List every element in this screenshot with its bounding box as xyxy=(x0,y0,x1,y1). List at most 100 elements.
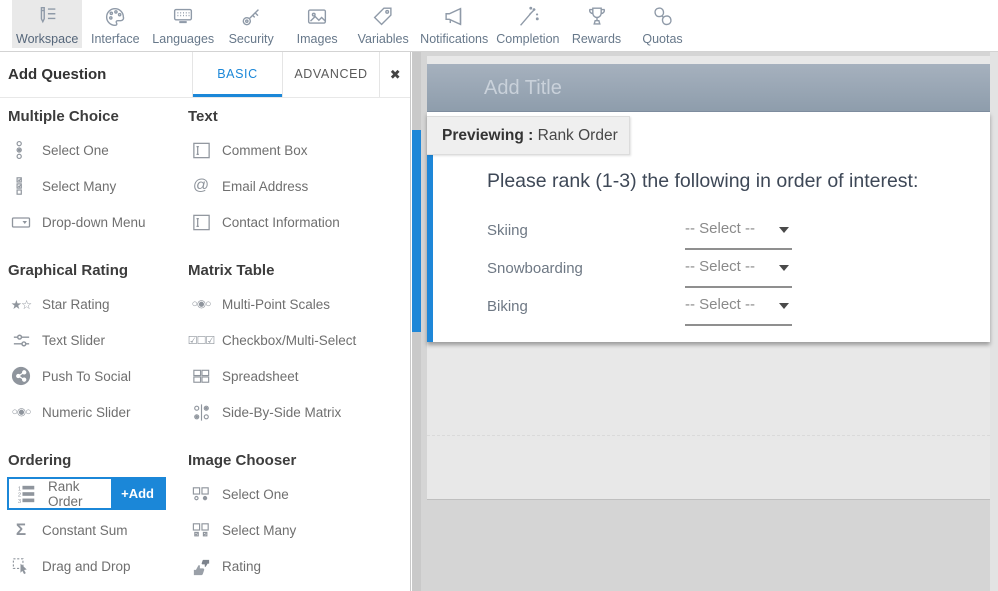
item-dropdown-menu[interactable]: Drop-down Menu xyxy=(8,204,188,240)
toolbar-item-label: Languages xyxy=(152,32,214,46)
item-multi-point-scales[interactable]: ○◉○ Multi-Point Scales xyxy=(188,286,410,322)
rewards-icon xyxy=(583,3,611,31)
item-constant-sum[interactable]: Σ Constant Sum xyxy=(8,512,188,548)
item-label: Contact Information xyxy=(222,215,340,230)
toolbar-item-completion[interactable]: Completion xyxy=(492,0,563,48)
item-label: Text Slider xyxy=(42,333,105,348)
variables-icon xyxy=(369,3,397,31)
panel-scrollbar-thumb[interactable] xyxy=(412,130,421,332)
toolbar-item-notifications[interactable]: Notifications xyxy=(416,0,492,48)
add-title-bar[interactable]: Add Title xyxy=(427,64,990,112)
image-radio-icon xyxy=(188,484,214,505)
close-icon[interactable]: ✖ xyxy=(379,52,411,97)
image-check-icon xyxy=(188,520,214,541)
item-push-to-social[interactable]: Push To Social xyxy=(8,358,188,394)
item-select-one[interactable]: Select One xyxy=(8,132,188,168)
dots-icon: ○◉○ xyxy=(188,298,214,310)
toolbar-item-label: Interface xyxy=(91,32,140,46)
rank-list-icon: 123 xyxy=(14,484,40,504)
dots-icon: ○◉○ xyxy=(8,406,34,418)
slider-icon xyxy=(8,330,34,351)
item-label: Select Many xyxy=(42,179,116,194)
panel-scrollbar[interactable] xyxy=(412,52,421,591)
item-label: Select Many xyxy=(222,523,296,538)
rank-row-label: Snowboarding xyxy=(487,260,583,277)
window-scrollbar[interactable] xyxy=(990,52,998,591)
item-image-select-many[interactable]: Select Many xyxy=(188,512,410,548)
rank-row-label: Skiing xyxy=(487,222,528,239)
quotas-icon xyxy=(649,3,677,31)
section-title: Graphical Rating xyxy=(8,256,188,286)
toolbar-item-images[interactable]: Images xyxy=(284,0,350,48)
toolbar-item-label: Completion xyxy=(496,32,559,46)
item-select-many[interactable]: Select Many xyxy=(8,168,188,204)
page-divider xyxy=(427,435,990,436)
toolbar-item-workspace[interactable]: Workspace xyxy=(12,0,82,48)
rank-row: Snowboarding -- Select -- xyxy=(487,250,940,288)
svg-text:3: 3 xyxy=(18,499,22,504)
section-title: Image Chooser xyxy=(188,446,410,476)
item-numeric-slider[interactable]: ○◉○ Numeric Slider xyxy=(8,394,188,430)
rank-row-label: Biking xyxy=(487,298,528,315)
checks-icon: ☑☐☑ xyxy=(188,334,214,347)
section-ordering: Ordering 123 Rank Order +Add Σ xyxy=(8,446,188,584)
toolbar-item-variables[interactable]: Variables xyxy=(350,0,416,48)
item-image-select-one[interactable]: Select One xyxy=(188,476,410,512)
dropdown-value: -- Select -- xyxy=(685,296,771,313)
tab-basic[interactable]: BASIC xyxy=(192,52,282,97)
item-email-address[interactable]: @ Email Address xyxy=(188,168,410,204)
chevron-down-icon xyxy=(779,303,789,309)
section-image-chooser: Image Chooser Select One xyxy=(188,446,410,584)
item-checkbox-multi-select[interactable]: ☑☐☑ Checkbox/Multi-Select xyxy=(188,322,410,358)
images-icon xyxy=(303,3,331,31)
chevron-down-icon xyxy=(779,227,789,233)
item-contact-information[interactable]: Contact Information xyxy=(188,204,410,240)
panel-header: Add Question BASIC ADVANCED ✖ xyxy=(0,52,410,98)
toolbar-item-security[interactable]: Security xyxy=(218,0,284,48)
workspace-icon xyxy=(33,3,61,31)
rank-select-dropdown[interactable]: -- Select -- xyxy=(685,250,792,288)
interface-icon xyxy=(101,3,129,31)
toolbar-item-label: Variables xyxy=(358,32,409,46)
previewing-value: Rank Order xyxy=(538,127,618,144)
item-comment-box[interactable]: Comment Box xyxy=(188,132,410,168)
item-rank-order[interactable]: 123 Rank Order +Add xyxy=(7,477,166,510)
matrix-icon xyxy=(188,402,214,423)
item-label: Rank Order xyxy=(48,479,111,509)
section-title: Matrix Table xyxy=(188,256,410,286)
dropdown-value: -- Select -- xyxy=(685,258,771,275)
toolbar-item-interface[interactable]: Interface xyxy=(82,0,148,48)
item-spreadsheet[interactable]: Spreadsheet xyxy=(188,358,410,394)
rank-select-dropdown[interactable]: -- Select -- xyxy=(685,212,792,250)
rank-select-dropdown[interactable]: -- Select -- xyxy=(685,288,792,326)
item-star-rating[interactable]: ★☆ Star Rating xyxy=(8,286,188,322)
tab-advanced[interactable]: ADVANCED xyxy=(282,52,379,97)
checkbox-list-icon xyxy=(8,175,34,197)
text-box-icon xyxy=(188,212,214,233)
section-graphical-rating: Graphical Rating ★☆ Star Rating Text Sli… xyxy=(8,256,188,430)
dropdown-value: -- Select -- xyxy=(685,220,771,237)
section-matrix-table: Matrix Table ○◉○ Multi-Point Scales ☑☐☑ … xyxy=(188,256,410,430)
item-label: Select One xyxy=(222,487,289,502)
item-label: Side-By-Side Matrix xyxy=(222,405,341,420)
section-text: Text Comment Box @ Email Address xyxy=(188,102,410,240)
question-accent-bar xyxy=(427,152,433,342)
item-side-by-side-matrix[interactable]: Side-By-Side Matrix xyxy=(188,394,410,430)
add-button[interactable]: +Add xyxy=(111,479,164,508)
item-label: Drag and Drop xyxy=(42,559,131,574)
item-drag-and-drop[interactable]: Drag and Drop xyxy=(8,548,188,584)
toolbar-item-label: Quotas xyxy=(642,32,682,46)
toolbar-item-label: Notifications xyxy=(420,32,488,46)
item-text-slider[interactable]: Text Slider xyxy=(8,322,188,358)
item-label: Select One xyxy=(42,143,109,158)
drag-icon xyxy=(8,556,34,577)
item-label: Numeric Slider xyxy=(42,405,131,420)
sigma-icon: Σ xyxy=(8,520,34,540)
toolbar-item-quotas[interactable]: Quotas xyxy=(630,0,696,48)
section-title: Multiple Choice xyxy=(8,102,188,132)
toolbar-item-rewards[interactable]: Rewards xyxy=(564,0,630,48)
toolbar-item-languages[interactable]: Languages xyxy=(148,0,218,48)
item-label: Email Address xyxy=(222,179,308,194)
question-text: Please rank (1-3) the following in order… xyxy=(487,170,918,193)
item-image-rating[interactable]: Rating xyxy=(188,548,410,584)
